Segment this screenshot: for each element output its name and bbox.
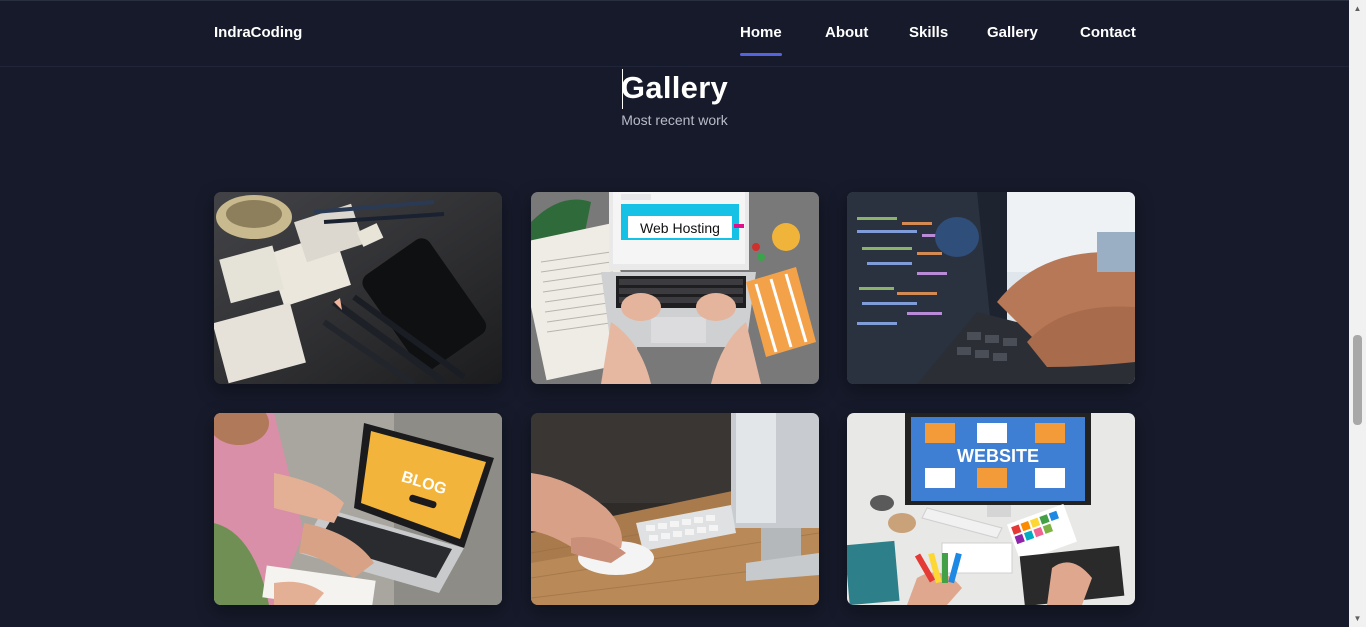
gallery-item-sketches[interactable]	[214, 192, 502, 384]
scrollbar-thumb[interactable]	[1353, 335, 1362, 425]
gallery-item-web-hosting[interactable]: Web Hosting	[531, 192, 819, 384]
website-caption: WEBSITE	[957, 446, 1039, 466]
web-hosting-caption: Web Hosting	[640, 220, 720, 236]
nav-home-link[interactable]: Home	[740, 24, 782, 41]
gallery-item-coding[interactable]	[847, 192, 1135, 384]
scroll-down-arrow-icon[interactable]: ▼	[1349, 610, 1366, 627]
website-design-desk-photo: WEBSITE	[847, 413, 1135, 605]
mouse-and-monitor-photo	[531, 413, 819, 605]
gallery-subtitle: Most recent work	[621, 112, 728, 128]
nav-gallery-link[interactable]: Gallery	[987, 24, 1038, 41]
web-hosting-laptop-photo: Web Hosting	[531, 192, 819, 384]
blog-laptop-photo: BLOG	[214, 413, 502, 605]
vertical-scrollbar[interactable]: ▲ ▼	[1349, 0, 1366, 627]
nav-skills-link[interactable]: Skills	[909, 24, 948, 41]
page: IndraCoding Home About Skills Gallery Co…	[0, 0, 1349, 627]
gallery-item-blog[interactable]: BLOG	[214, 413, 502, 605]
nav-about-link[interactable]: About	[825, 24, 868, 41]
brand-logo[interactable]: IndraCoding	[214, 24, 302, 41]
gallery-item-website[interactable]: WEBSITE	[847, 413, 1135, 605]
nav-contact-link[interactable]: Contact	[1080, 24, 1136, 41]
coding-laptop-photo	[847, 192, 1135, 384]
gallery-title: Gallery	[620, 70, 729, 105]
navbar: IndraCoding Home About Skills Gallery Co…	[0, 1, 1349, 67]
active-nav-indicator	[740, 53, 782, 56]
scroll-up-arrow-icon[interactable]: ▲	[1349, 0, 1366, 17]
sketches-and-pencils-photo	[214, 192, 502, 384]
gallery-item-mouse[interactable]	[531, 413, 819, 605]
